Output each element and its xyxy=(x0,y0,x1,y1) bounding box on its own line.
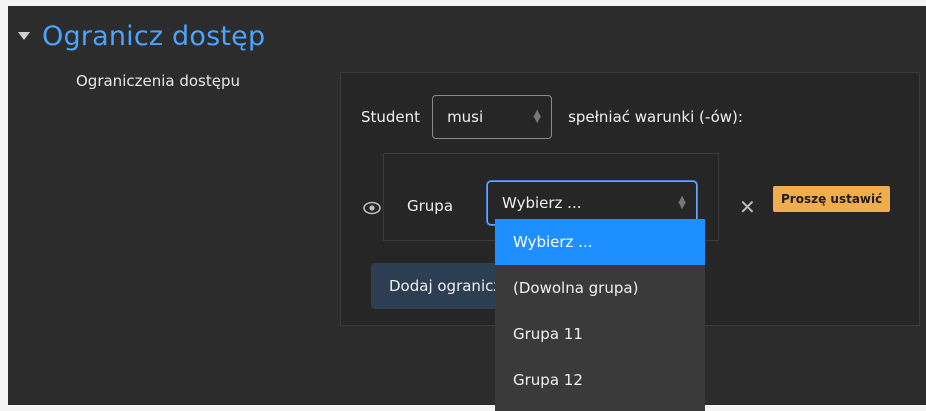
group-select-value: Wybierz ... xyxy=(502,194,582,212)
app-frame: Ogranicz dostęp Ograniczenia dostępu Stu… xyxy=(8,6,926,411)
dropdown-option[interactable]: Wybierz ... xyxy=(495,219,705,265)
status-badge: Proszę ustawić xyxy=(773,186,891,212)
dropdown-option[interactable]: (Dowolna grupa) xyxy=(495,265,705,311)
select-arrows-icon: ▲ ▼ xyxy=(533,108,542,125)
requirement-select[interactable]: musi ▲ ▼ xyxy=(432,95,553,139)
field-label: Ograniczenia dostępu xyxy=(76,72,240,90)
section-title[interactable]: Ogranicz dostęp xyxy=(42,21,265,52)
student-label: Student xyxy=(361,108,421,126)
condition-type-label: Grupa xyxy=(407,197,454,215)
select-arrows-icon: ▲ ▼ xyxy=(678,194,686,211)
requirement-select-value: musi xyxy=(447,108,484,126)
caret-down-icon[interactable] xyxy=(18,32,30,40)
dropdown-option[interactable]: Grupa 12 xyxy=(495,357,705,403)
group-dropdown-list: Wybierz ... (Dowolna grupa) Grupa 11 Gru… xyxy=(495,219,705,411)
student-row: Student musi ▲ ▼ spełniać warunki (-ów): xyxy=(361,95,743,139)
eye-icon[interactable] xyxy=(363,201,381,215)
condition-text: spełniać warunki (-ów): xyxy=(568,108,743,126)
section-header[interactable]: Ogranicz dostęp xyxy=(8,14,265,58)
close-icon[interactable]: ✕ xyxy=(739,195,756,219)
dropdown-option[interactable]: Grupa 11 xyxy=(495,311,705,357)
